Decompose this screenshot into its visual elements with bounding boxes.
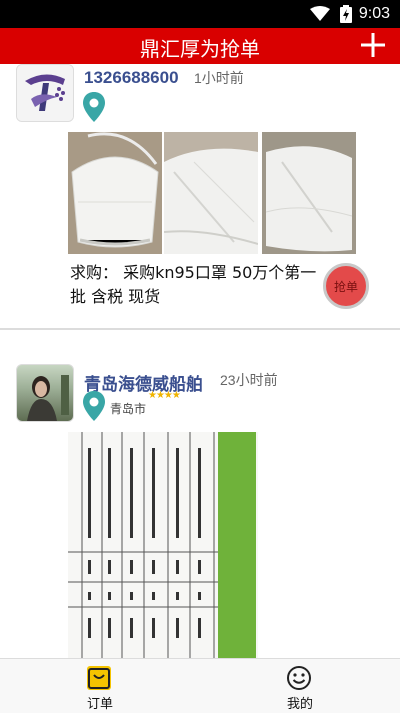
avatar[interactable]: [16, 64, 74, 122]
location-city: 青岛市: [110, 402, 147, 416]
app-bar: 鼎汇厚为抢单: [0, 28, 400, 64]
person-photo-icon: [27, 375, 69, 421]
rating-stars: ★★★★: [148, 390, 181, 401]
order-feed[interactable]: 1326688600 1小时前 求购： 采购kn95口罩 50万个第一批 含税 …: [0, 64, 400, 658]
status-bar: 9:03: [0, 0, 400, 28]
poster-name[interactable]: 1326688600: [84, 68, 179, 88]
grab-order-button[interactable]: 抢单: [323, 263, 369, 309]
product-photo[interactable]: [262, 132, 356, 254]
tab-orders[interactable]: 订单: [0, 659, 200, 713]
post-time: 1小时前: [194, 70, 244, 86]
product-photo[interactable]: [68, 132, 162, 254]
page-title: 鼎汇厚为抢单: [140, 37, 260, 61]
tab-mine[interactable]: 我的: [200, 659, 400, 713]
tab-label: 我的: [286, 697, 313, 712]
request-text: 求购： 采购kn95口罩 50万个第一批 含税 现货: [70, 263, 317, 306]
tab-label: 订单: [86, 697, 113, 712]
bottom-tab-bar: 订单 我的: [0, 658, 400, 713]
clock: 9:03: [358, 5, 390, 22]
order-card[interactable]: 青岛海德威船舶 23小时前 青岛市 ★★★★: [0, 360, 400, 658]
post-time: 23小时前: [220, 372, 278, 388]
order-bag-icon: [87, 666, 111, 690]
divider: [0, 328, 400, 330]
battery-icon: [340, 5, 352, 23]
product-photo[interactable]: [164, 132, 258, 254]
order-card[interactable]: 1326688600 1小时前 求购： 采购kn95口罩 50万个第一批 含税 …: [0, 64, 400, 329]
company-logo-icon: [17, 65, 73, 121]
smiley-profile-icon: [287, 666, 311, 690]
wifi-icon: [310, 6, 330, 21]
avatar[interactable]: [16, 364, 74, 422]
add-icon[interactable]: [360, 32, 386, 58]
location-pin-icon: [83, 92, 105, 122]
location-pin-icon: [83, 391, 105, 421]
green-surface: [218, 432, 256, 658]
